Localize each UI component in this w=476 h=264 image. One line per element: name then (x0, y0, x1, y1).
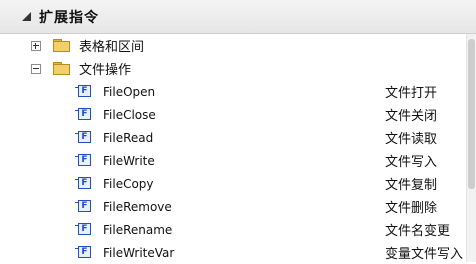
function-icon: F (75, 108, 91, 120)
item-name: FileWrite (103, 153, 155, 168)
function-icon: F (75, 200, 91, 212)
tree-item-fileopen[interactable]: F FileOpen 文件打开 (0, 80, 464, 103)
function-icon: F (75, 223, 91, 235)
item-description: 变量文件写入 (385, 247, 464, 262)
group-label: 表格和区间 (79, 40, 145, 55)
group-label: 文件操作 (79, 63, 132, 78)
folder-icon (53, 62, 70, 75)
collapse-minus-icon[interactable] (31, 64, 41, 74)
panel-title: 扩展指令 (39, 9, 99, 26)
tree-item-filerename[interactable]: F FileRename 文件名变更 (0, 218, 464, 241)
function-icon: F (75, 177, 91, 189)
tree-group-tables[interactable]: 表格和区间 (0, 34, 464, 57)
item-description: 文件关闭 (385, 109, 438, 124)
folder-icon (53, 39, 70, 52)
tree-item-filecopy[interactable]: F FileCopy 文件复制 (0, 172, 464, 195)
item-name: FileRemove (103, 199, 172, 214)
item-description: 文件名变更 (385, 224, 451, 239)
tree-group-file-ops[interactable]: 文件操作 (0, 57, 464, 80)
item-description: 文件打开 (385, 86, 438, 101)
tree-item-fileremove[interactable]: F FileRemove 文件删除 (0, 195, 464, 218)
function-icon: F (75, 154, 91, 166)
item-name: FileCopy (103, 176, 154, 191)
function-icon: F (75, 246, 91, 258)
item-description: 文件写入 (385, 155, 438, 170)
scrollbar-thumb[interactable] (468, 39, 475, 189)
tree-item-fileclose[interactable]: F FileClose 文件关闭 (0, 103, 464, 126)
tree-item-fileread[interactable]: F FileRead 文件读取 (0, 126, 464, 149)
item-name: FileOpen (103, 84, 156, 99)
vertical-scrollbar[interactable] (466, 34, 476, 262)
item-description: 文件删除 (385, 201, 438, 216)
tree-item-filewrite[interactable]: F FileWrite 文件写入 (0, 149, 464, 172)
item-name: FileClose (103, 107, 156, 122)
item-name: FileWriteVar (103, 245, 175, 260)
panel-header[interactable]: 扩展指令 (0, 0, 476, 34)
item-name: FileRead (103, 130, 154, 145)
item-description: 文件读取 (385, 132, 438, 147)
function-icon: F (75, 131, 91, 143)
tree-item-filewritevar[interactable]: F FileWriteVar 变量文件写入 (0, 241, 464, 264)
expand-plus-icon[interactable] (31, 41, 41, 51)
item-description: 文件复制 (385, 178, 438, 193)
collapse-triangle-icon[interactable] (22, 12, 31, 21)
item-name: FileRename (103, 222, 173, 237)
function-icon: F (75, 85, 91, 97)
